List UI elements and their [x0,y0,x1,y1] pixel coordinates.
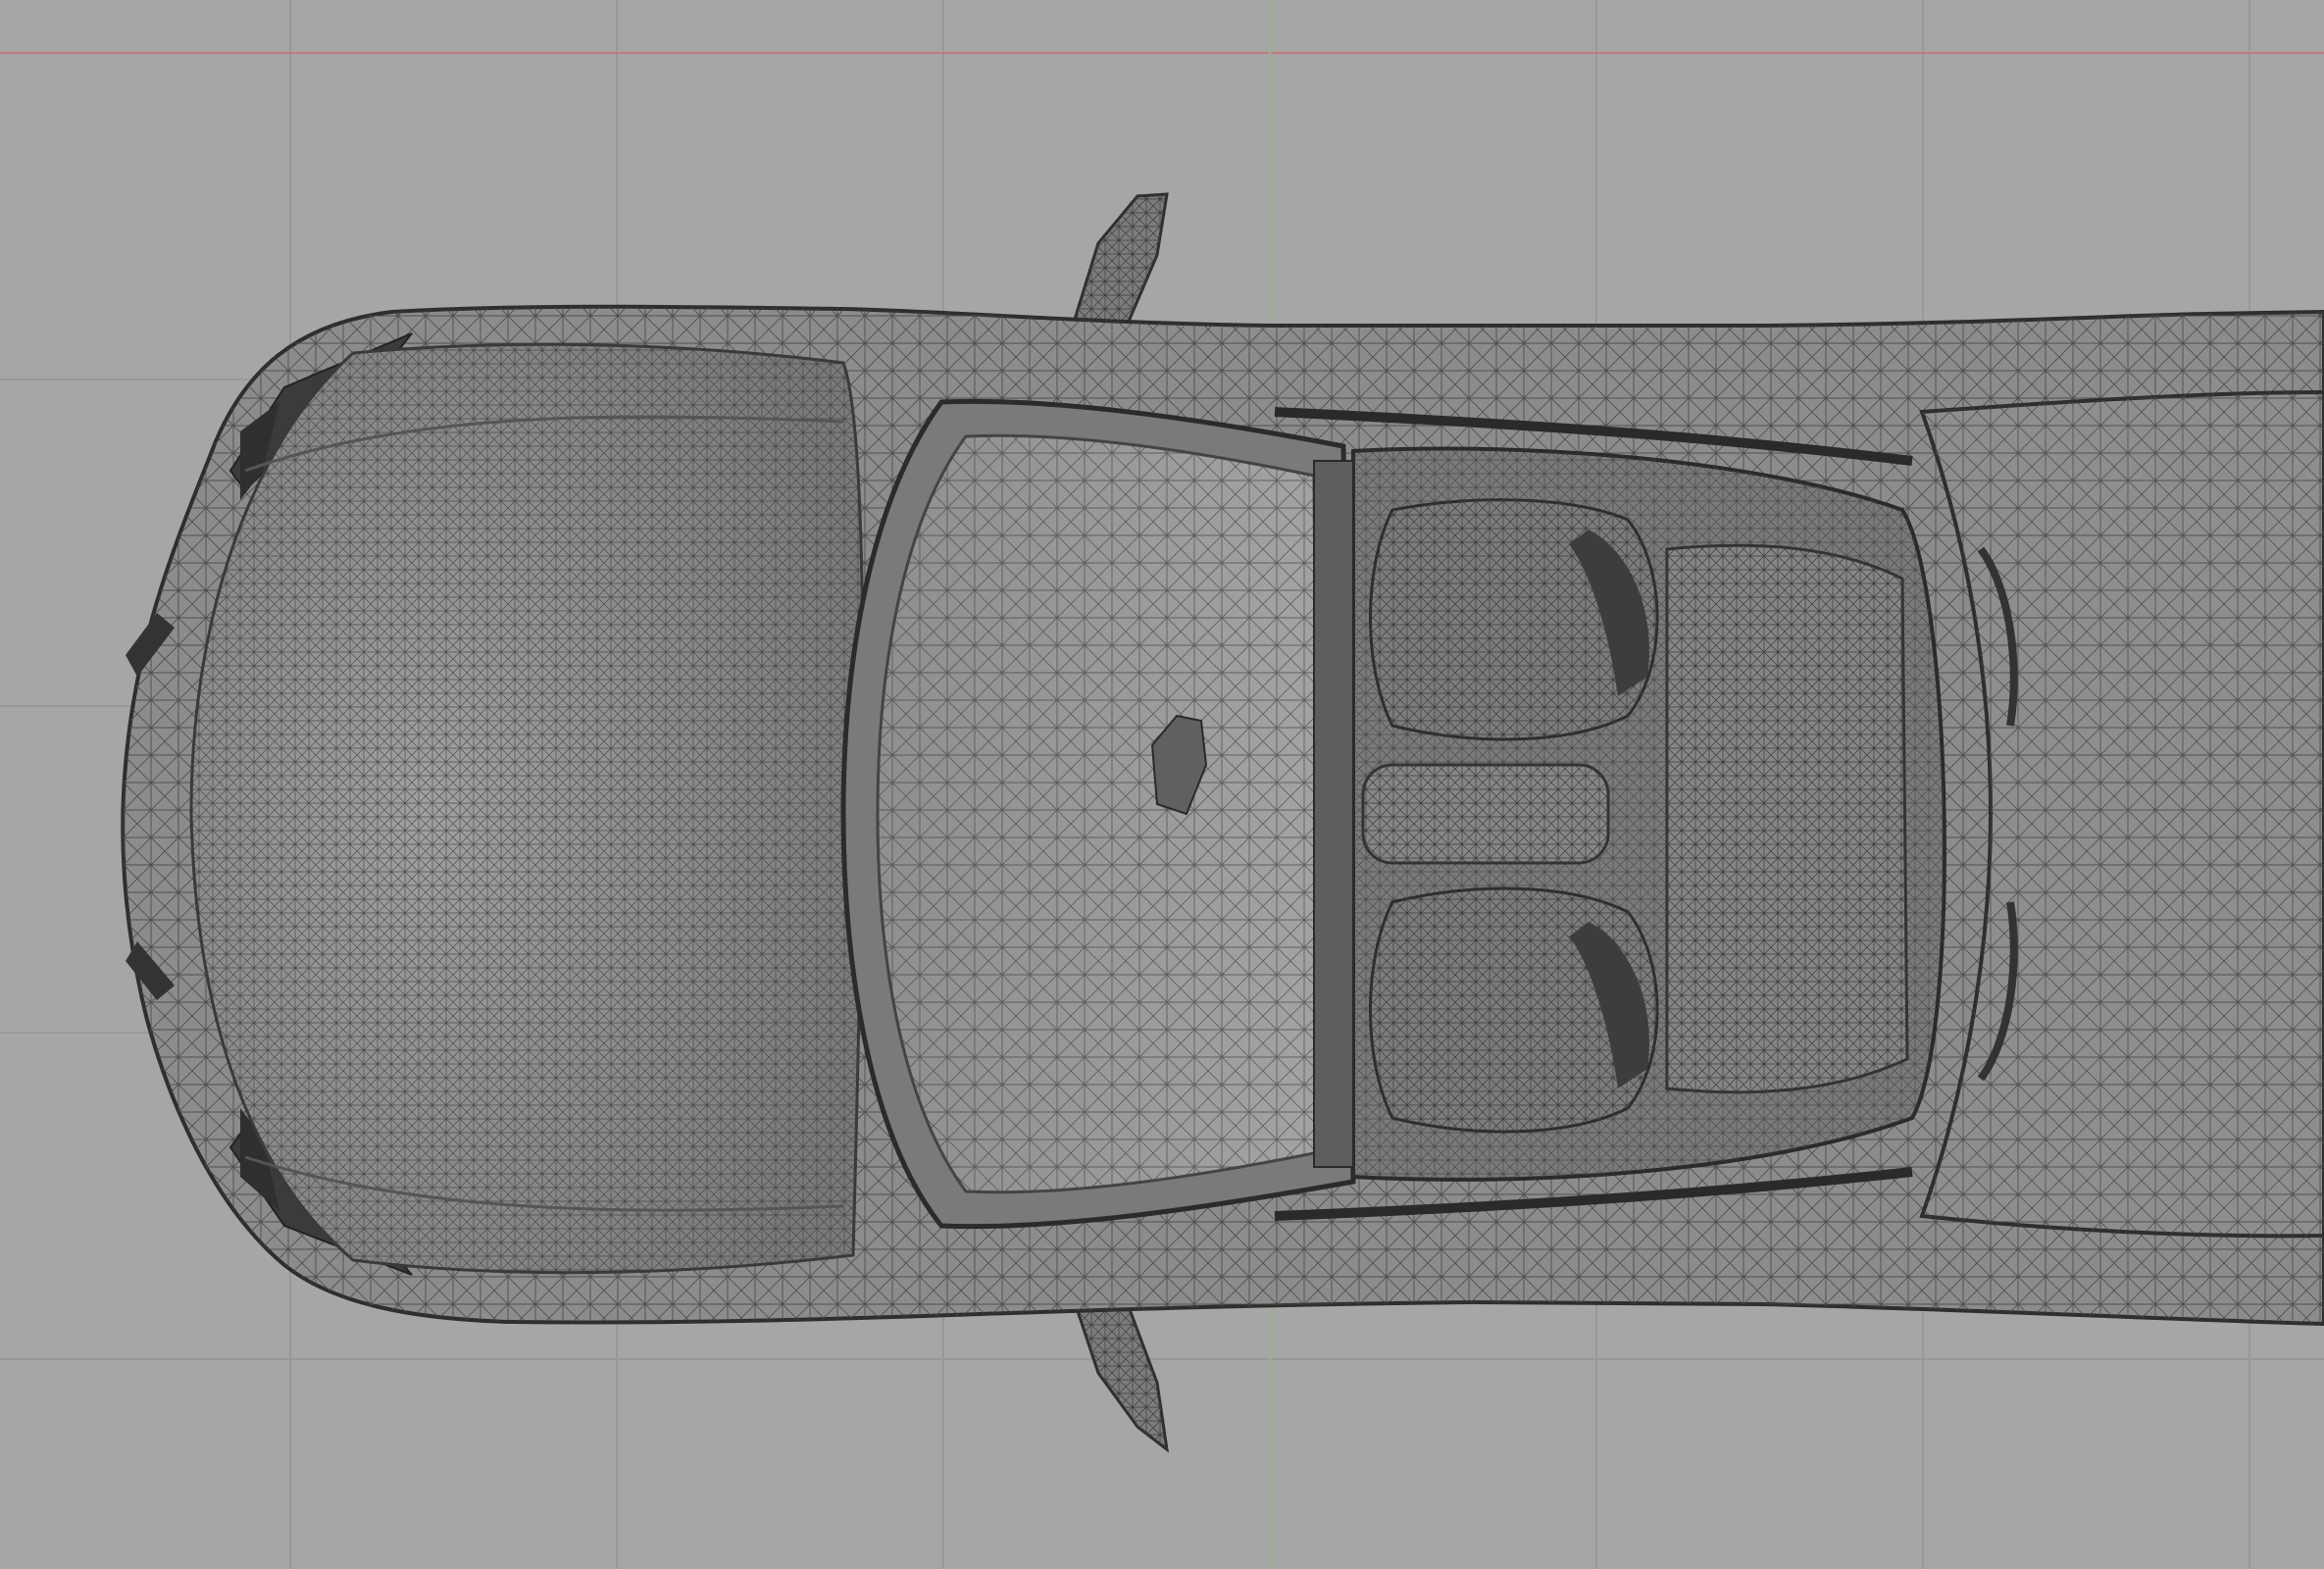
viewport-canvas[interactable] [0,0,2324,1569]
car-model[interactable] [121,192,2324,1453]
driver-seat[interactable] [1369,498,1659,741]
top-view-scene[interactable] [0,0,2324,1569]
passenger-seat[interactable] [1369,886,1659,1134]
dashboard [1313,460,1354,1168]
